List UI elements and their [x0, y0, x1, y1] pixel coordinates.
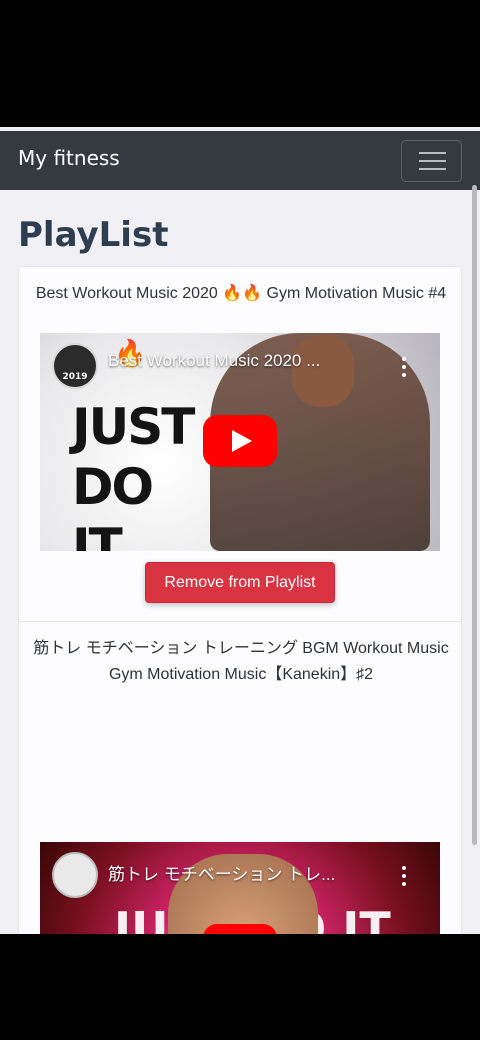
channel-avatar[interactable]: 2019 [52, 343, 98, 389]
playlist-card: 筋トレ モチベーション トレーニング BGM Workout Music Gym… [18, 621, 462, 934]
thumbnail-slogan: JUST DO IT. [72, 397, 195, 551]
video-embed[interactable]: JUST DO IT. 2019 🔥 Best Workout Music 20… [40, 333, 440, 551]
playlist-card: Best Workout Music 2020 🔥🔥 Gym Motivatio… [18, 266, 462, 622]
video-overlay-title[interactable]: Best Workout Music 2020 ... [108, 351, 320, 371]
video-title: Best Workout Music 2020 🔥🔥 Gym Motivatio… [35, 285, 447, 302]
more-vertical-icon[interactable] [402, 357, 406, 377]
hamburger-menu-icon-line [419, 160, 446, 162]
hamburger-menu-icon [419, 152, 446, 154]
slogan-line: DO [72, 458, 154, 516]
youtube-play-icon[interactable] [203, 415, 277, 467]
video-overlay-title[interactable]: 筋トレ モチベーション トレ... [108, 860, 335, 885]
brand-link[interactable]: My fitness [18, 146, 120, 170]
video-title: 筋トレ モチベーション トレーニング BGM Workout Music Gym… [33, 640, 449, 683]
scrollbar[interactable] [472, 185, 477, 845]
slogan-line: IT. [72, 518, 132, 551]
video-embed[interactable]: JUST DO IT. 筋トレ モチベーション トレ... [40, 842, 440, 934]
page-title: PlayList [18, 215, 169, 255]
more-vertical-icon[interactable] [402, 866, 406, 886]
hamburger-menu-icon-line [419, 168, 446, 170]
youtube-play-icon[interactable] [203, 924, 277, 934]
slogan-line: JUST [72, 398, 195, 456]
remove-from-playlist-button[interactable]: Remove from Playlist [145, 562, 335, 603]
channel-badge: 2019 [62, 372, 88, 382]
thumbnail-figure-head [292, 335, 354, 407]
navbar-toggler-button[interactable] [401, 140, 462, 182]
navbar: My fitness [0, 131, 480, 190]
browser-viewport: My fitness PlayList Best Workout Music 2… [0, 127, 480, 934]
channel-avatar[interactable] [52, 852, 98, 898]
